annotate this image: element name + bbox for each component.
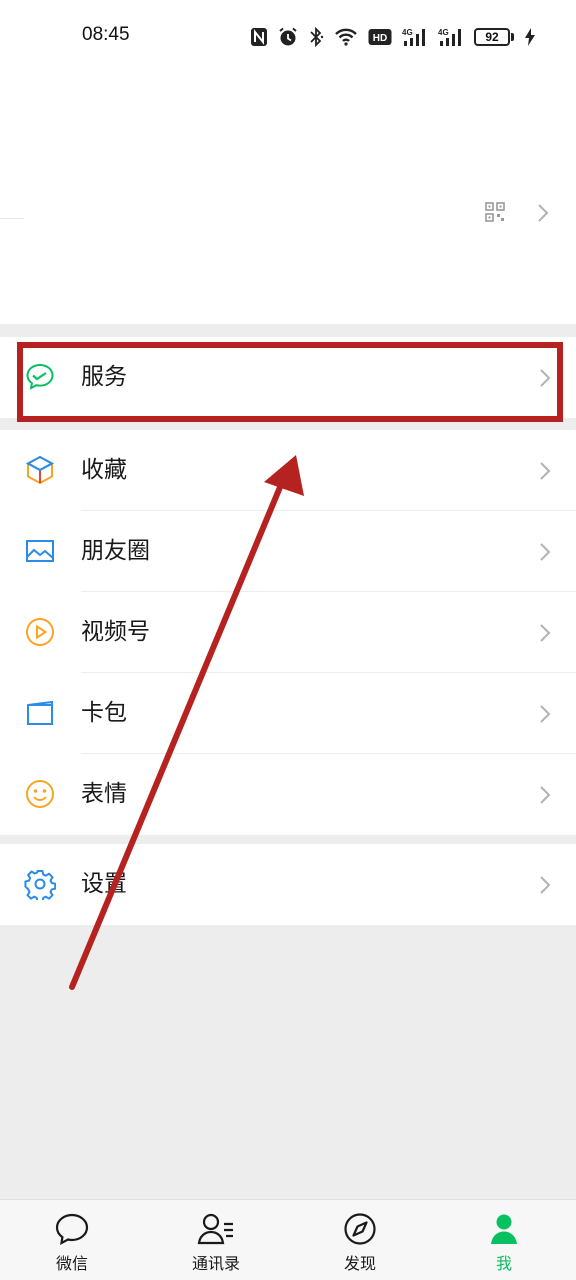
services-section: 服务 [0,337,576,418]
chevron-right-icon [540,462,551,480]
tab-discover[interactable]: 发现 [288,1200,432,1280]
chevron-right-icon [540,369,551,387]
status-icons: HD 4G 4G 92 [250,24,536,50]
me-person-icon [491,1214,517,1244]
menu-item-services[interactable]: 服务 [0,337,576,418]
status-time: 08:45 [82,24,130,45]
main-menu-section: 收藏 朋友圈 视频号 卡包 表情 [0,430,576,835]
contacts-icon [197,1213,233,1245]
tab-label-chats: 微信 [55,1254,88,1273]
battery-indicator: 92 [474,28,514,46]
hd-icon: HD [368,29,392,45]
sticker-smile-icon [26,780,54,808]
tab-chats[interactable]: 微信 [0,1200,144,1280]
menu-label-favorites: 收藏 [81,457,127,483]
chevron-right-icon [540,543,551,561]
bluetooth-icon [310,27,324,47]
tab-me[interactable]: 我 [432,1200,576,1280]
network-label-1: 4G [402,28,413,37]
services-icon [26,363,54,390]
battery-level: 92 [474,28,510,46]
signal-4g-icon-1: 4G [402,28,425,46]
profile-divider [0,218,24,219]
charging-icon [525,28,535,46]
tab-label-contacts: 通讯录 [191,1254,240,1273]
wifi-icon [335,28,357,46]
tab-label-me: 我 [495,1254,512,1273]
tab-label-discover: 发现 [343,1254,376,1273]
menu-item-moments[interactable]: 朋友圈 [0,511,576,592]
menu-label-settings: 设置 [81,871,127,897]
status-bar: 08:45 HD 4G 4G 92 [0,0,576,72]
chat-bubble-icon [55,1213,89,1246]
menu-label-channels: 视频号 [81,619,150,645]
compass-icon [344,1213,376,1245]
chevron-right-icon [540,624,551,642]
favorites-cube-icon [25,455,55,485]
signal-4g-icon-2: 4G [438,28,461,46]
menu-item-settings[interactable]: 设置 [0,844,576,925]
card-wallet-icon [27,700,53,725]
alarm-icon [279,27,297,46]
channels-play-icon [26,618,54,646]
menu-label-services: 服务 [81,364,127,390]
settings-section: 设置 [0,844,576,925]
network-label-2: 4G [438,28,449,37]
chevron-right-icon [540,705,551,723]
tab-contacts[interactable]: 通讯录 [144,1200,288,1280]
nfc-icon [251,28,267,46]
chevron-right-icon [540,876,551,894]
menu-label-card-wallet: 卡包 [81,700,127,726]
menu-label-moments: 朋友圈 [81,538,150,564]
menu-item-channels[interactable]: 视频号 [0,592,576,673]
chevron-right-icon [540,786,551,804]
qr-code-icon[interactable] [485,202,505,222]
menu-item-card-wallet[interactable]: 卡包 [0,673,576,754]
moments-image-icon [26,540,54,562]
menu-label-stickers: 表情 [81,781,127,807]
gear-icon [24,870,56,900]
profile-header[interactable] [0,72,576,324]
chevron-right-icon [538,204,549,222]
bottom-tab-bar: 微信 通讯录 发现 我 [0,1199,576,1280]
menu-item-stickers[interactable]: 表情 [0,754,576,835]
menu-item-favorites[interactable]: 收藏 [0,430,576,511]
hd-label: HD [373,33,387,44]
